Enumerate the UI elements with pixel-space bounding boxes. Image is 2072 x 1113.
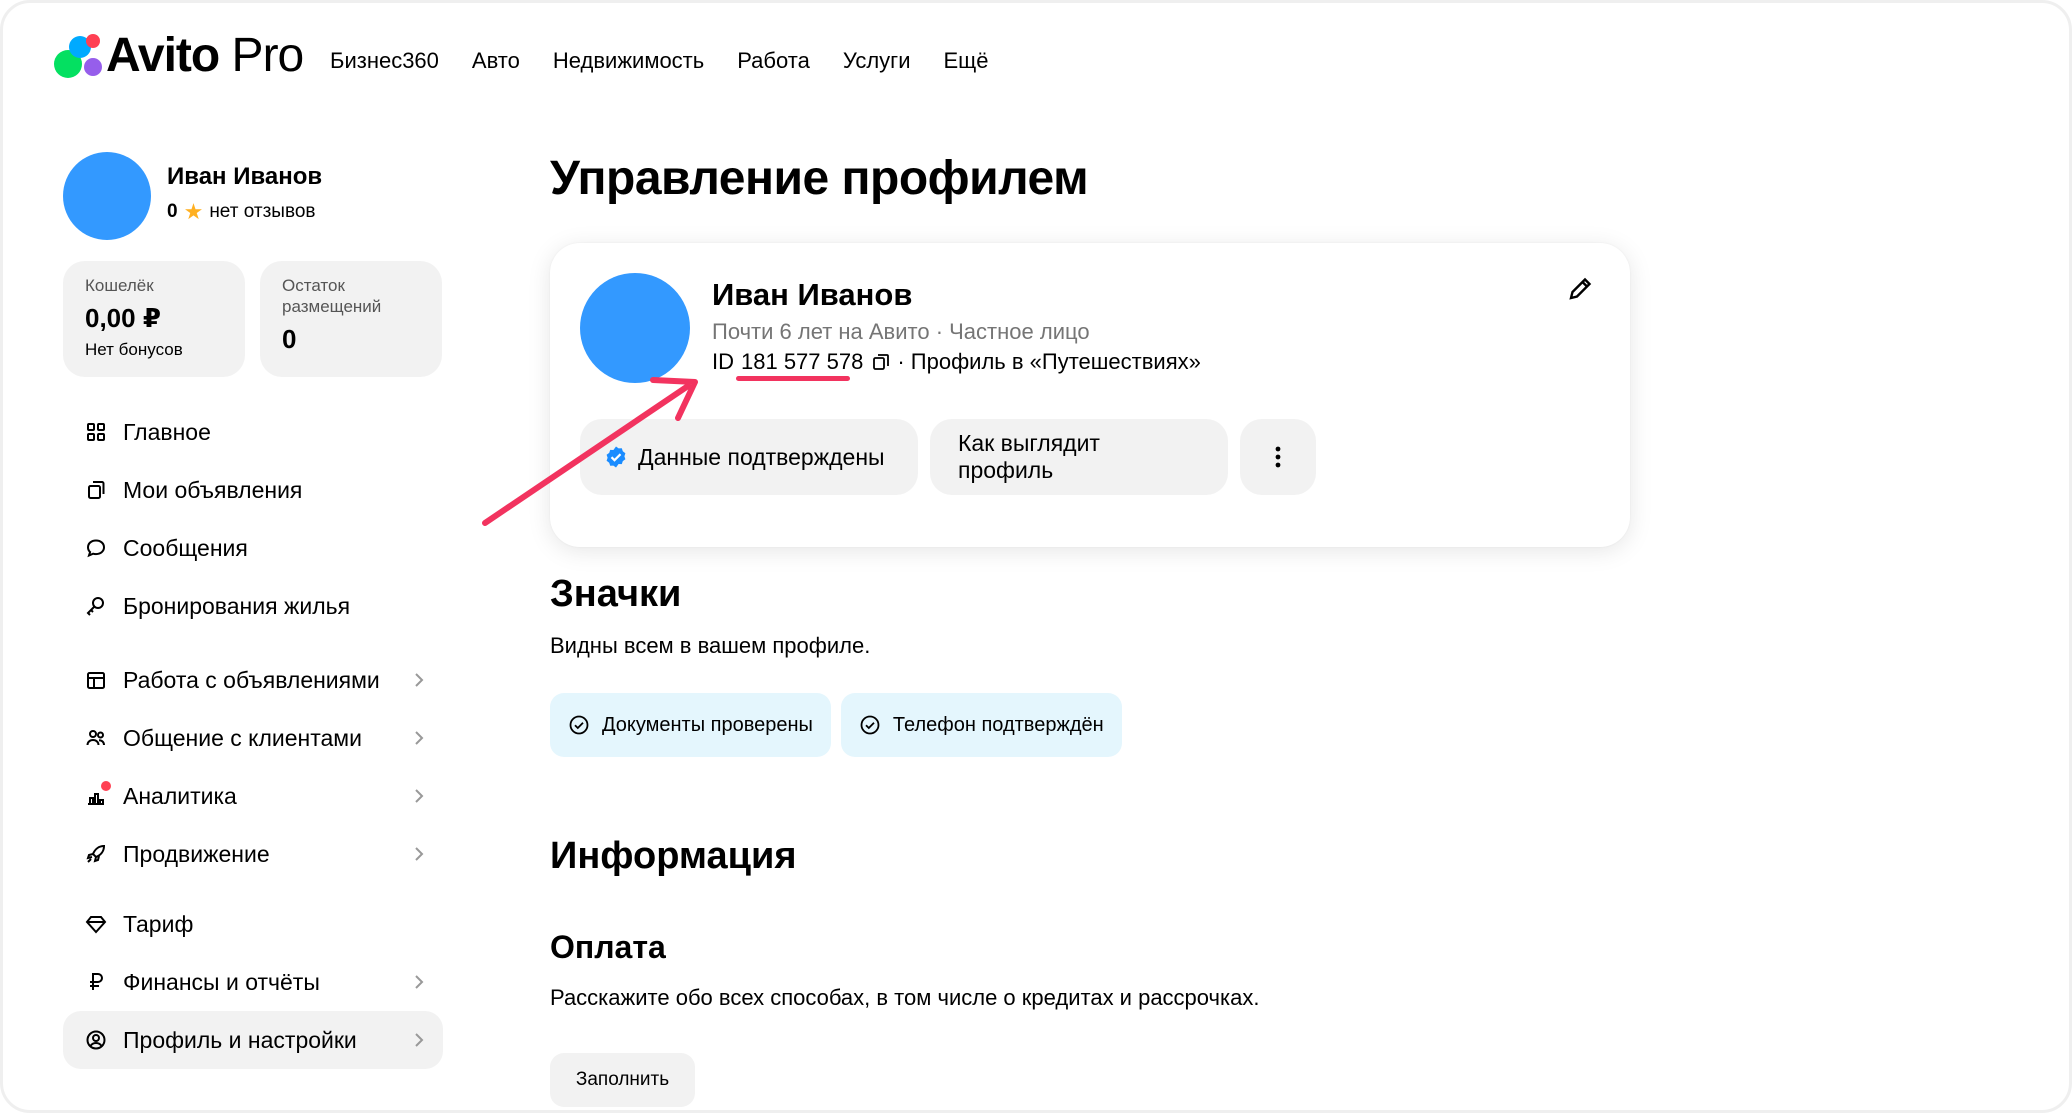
badge-documents-verified[interactable]: Документы проверены: [550, 693, 831, 757]
badge-label: Документы проверены: [602, 713, 813, 736]
ruble-icon: [85, 971, 107, 993]
top-nav: Бизнес360 Авто Недвижимость Работа Услуг…: [330, 47, 1022, 75]
sidebar-item-label: Общение с клиентами: [123, 724, 362, 751]
check-circle-icon: [569, 715, 589, 735]
nav-auto[interactable]: Авто: [472, 47, 520, 75]
nav-jobs[interactable]: Работа: [737, 47, 810, 75]
profile-id-value[interactable]: 181 577 578: [741, 349, 863, 375]
sidebar-item-tariff[interactable]: Тариф: [63, 895, 443, 953]
sidebar-item-analytics[interactable]: Аналитика: [63, 767, 443, 825]
profile-name: Иван Иванов: [712, 277, 913, 312]
profile-id-row: ID 181 577 578 · Профиль в «Путешествиях…: [712, 349, 1201, 375]
avito-pro-logo[interactable]: Avito Pro: [54, 29, 304, 82]
sidebar-item-label: Профиль и настройки: [123, 1026, 357, 1053]
nav-services[interactable]: Услуги: [843, 47, 911, 75]
sidebar-item-label: Аналитика: [123, 782, 237, 809]
profile-icon: [85, 1029, 107, 1051]
chat-icon: [85, 537, 107, 559]
remaining-value: 0: [282, 324, 297, 354]
badge-phone-verified[interactable]: Телефон подтверждён: [840, 693, 1122, 757]
sidebar-item-label: Главное: [123, 418, 211, 445]
sidebar-item-label: Продвижение: [123, 840, 270, 867]
sidebar-item-bookings[interactable]: Бронирования жилья: [63, 577, 443, 635]
badge-label: Телефон подтверждён: [892, 713, 1104, 736]
sidebar-menu: Главное Мои объявления Сообщения Брониро…: [63, 403, 443, 1069]
sidebar-item-my-listings[interactable]: Мои объявления: [63, 461, 443, 519]
sidebar-item-label: Бронирования жилья: [123, 592, 351, 619]
table-icon: [85, 669, 107, 691]
profile-meta: Почти 6 лет на Авито · Частное лицо: [712, 319, 1090, 344]
notification-dot: [101, 781, 111, 791]
payment-subtitle: Расскажите обо всех способах, в том числ…: [550, 985, 1260, 1010]
logo-text: Avito Pro: [106, 29, 304, 82]
rocket-icon: [85, 843, 107, 865]
chevron-right-icon: [415, 847, 424, 861]
chevron-right-icon: [415, 789, 424, 803]
info-title: Информация: [550, 835, 797, 877]
profile-avatar[interactable]: [580, 273, 690, 383]
chevron-right-icon: [415, 673, 424, 687]
sidebar-item-profile-settings[interactable]: Профиль и настройки: [63, 1011, 443, 1069]
clients-icon: [85, 727, 107, 749]
nav-more[interactable]: Ещё: [943, 47, 988, 75]
id-underline-annotation: [736, 376, 850, 381]
sidebar-item-messages[interactable]: Сообщения: [63, 519, 443, 577]
pencil-icon[interactable]: [1566, 273, 1596, 303]
sidebar-item-finance[interactable]: Финансы и отчёты: [63, 953, 443, 1011]
badges-list: Документы проверены Телефон подтверждён: [550, 693, 1122, 757]
sidebar-item-label: Мои объявления: [123, 476, 303, 503]
chevron-right-icon: [415, 731, 424, 745]
user-rating: 0 ★ нет отзывов: [167, 199, 315, 225]
wallet-value: 0,00 ₽: [85, 303, 161, 333]
fill-button[interactable]: Заполнить: [550, 1053, 695, 1107]
wallet-bonus: Нет бонусов: [85, 340, 183, 359]
diamond-icon: [85, 913, 107, 935]
sidebar-item-label: Работа с объявлениями: [123, 666, 380, 693]
copy-icon[interactable]: [871, 352, 891, 372]
page-title: Управление профилем: [550, 152, 1089, 205]
profile-id-prefix: ID: [712, 349, 734, 374]
sidebar-item-listings-work[interactable]: Работа с объявлениями: [63, 651, 443, 709]
sidebar-item-promotion[interactable]: Продвижение: [63, 825, 443, 883]
nav-realty[interactable]: Недвижимость: [553, 47, 704, 75]
chevron-right-icon: [415, 975, 424, 989]
sidebar-item-label: Финансы и отчёты: [123, 968, 320, 995]
check-circle-icon: [860, 715, 880, 735]
sidebar-user-name[interactable]: Иван Иванов: [167, 163, 322, 191]
avatar[interactable]: [63, 152, 151, 240]
remaining-label: Остаток размещений: [282, 276, 382, 316]
chevron-right-icon: [415, 1033, 424, 1047]
remaining-placements-card[interactable]: Остаток размещений 0: [260, 261, 442, 377]
rating-value: 0: [167, 201, 178, 222]
listings-icon: [85, 479, 107, 501]
payment-title: Оплата: [550, 929, 666, 965]
arrow-annotation-icon: [482, 377, 698, 526]
sidebar-item-main[interactable]: Главное: [63, 403, 443, 461]
star-icon: ★: [183, 199, 204, 224]
logo-dots-icon: [54, 32, 102, 80]
more-vertical-icon: [1275, 446, 1281, 468]
more-options-button[interactable]: [1240, 419, 1316, 495]
sidebar-item-label: Тариф: [123, 910, 194, 937]
grid-icon: [85, 421, 107, 443]
sidebar-item-label: Сообщения: [123, 534, 248, 561]
nav-business360[interactable]: Бизнес360: [330, 47, 439, 75]
wallet-card[interactable]: Кошелёк 0,00 ₽ Нет бонусов: [63, 261, 245, 377]
booking-icon: [85, 595, 107, 617]
sidebar-item-clients[interactable]: Общение с клиентами: [63, 709, 443, 767]
rating-text: нет отзывов: [209, 201, 316, 222]
badges-subtitle: Видны всем в вашем профиле.: [550, 633, 871, 658]
how-profile-looks-button[interactable]: Как выглядит профиль: [930, 419, 1228, 495]
wallet-label: Кошелёк: [85, 276, 154, 295]
app-window: Avito Pro Бизнес360 Авто Недвижимость Ра…: [0, 0, 2072, 1113]
profile-travel-link[interactable]: · Профиль в «Путешествиях»: [897, 349, 1201, 375]
badges-title: Значки: [550, 573, 682, 615]
